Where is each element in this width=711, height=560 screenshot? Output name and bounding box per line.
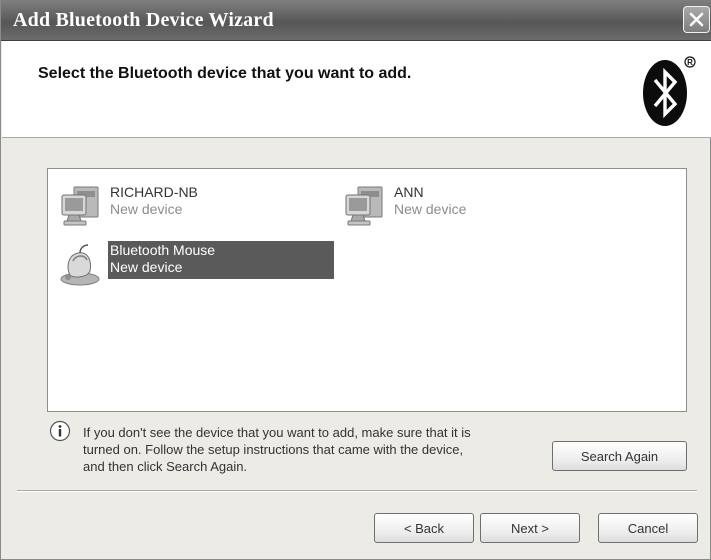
svg-text:R: R: [687, 58, 693, 67]
device-name: Bluetooth Mouse: [110, 242, 216, 258]
device-labels: Bluetooth Mouse New device: [108, 241, 334, 279]
device-status: New device: [394, 201, 467, 217]
close-icon: [689, 12, 704, 27]
device-labels: ANN New device: [392, 183, 468, 219]
help-text-line: turned on. Follow the setup instructions…: [83, 442, 464, 457]
computer-icon: [61, 186, 99, 226]
back-button[interactable]: < Back: [374, 513, 474, 543]
next-button[interactable]: Next >: [480, 513, 580, 543]
device-status: New device: [110, 201, 183, 217]
wizard-header: Select the Bluetooth device that you wan…: [2, 41, 711, 138]
wizard-window: Add Bluetooth Device Wizard Select the B…: [0, 0, 711, 560]
device-item-richard-nb[interactable]: RICHARD-NB New device: [58, 183, 200, 229]
device-item-bluetooth-mouse[interactable]: Bluetooth Mouse New device: [58, 241, 334, 287]
help-text-line: If you don't see the device that you wan…: [83, 425, 471, 440]
close-button[interactable]: [683, 6, 710, 33]
footer-divider: [17, 490, 697, 492]
help-text-line: and then click Search Again.: [83, 459, 248, 474]
device-item-ann[interactable]: ANN New device: [342, 183, 468, 229]
bluetooth-logo-icon: R: [643, 56, 696, 126]
search-again-button[interactable]: Search Again: [552, 441, 687, 471]
page-instruction: Select the Bluetooth device that you wan…: [38, 65, 412, 82]
help-text: If you don't see the device that you wan…: [83, 424, 553, 475]
device-name: ANN: [394, 184, 424, 200]
info-icon: [49, 420, 71, 442]
title-bar[interactable]: Add Bluetooth Device Wizard: [1, 0, 711, 41]
device-list[interactable]: RICHARD-NB New device ANN New device Blu…: [47, 168, 687, 412]
mouse-icon: [60, 244, 100, 286]
device-status: New device: [110, 259, 183, 275]
device-labels: RICHARD-NB New device: [108, 183, 200, 219]
computer-icon: [345, 186, 383, 226]
window-title: Add Bluetooth Device Wizard: [13, 9, 274, 31]
device-name: RICHARD-NB: [110, 184, 198, 200]
cancel-button[interactable]: Cancel: [598, 513, 698, 543]
